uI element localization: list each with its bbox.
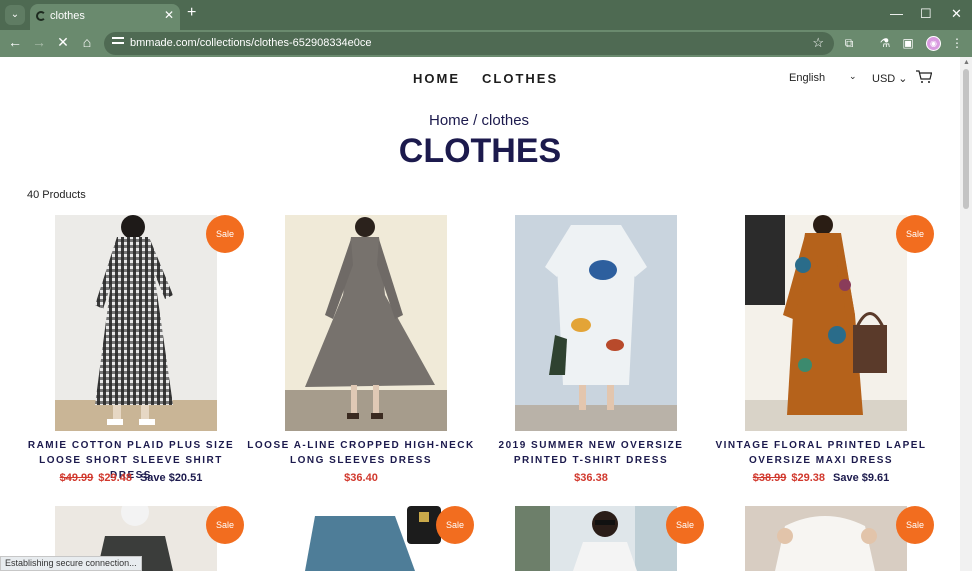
product-image[interactable] [55,215,217,431]
product-name[interactable]: LOOSE A-LINE CROPPED HIGH-NECK LONG SLEE… [246,438,476,468]
sale-price: $36.40 [344,472,378,484]
product-image[interactable] [515,215,677,431]
product-price: $49.99 $29.48 Save $20.51 [16,472,246,484]
product-image[interactable] [285,506,447,571]
extensions-icon[interactable]: ⧉ [842,36,856,50]
sale-badge: Sale [206,215,244,253]
labs-flask-icon[interactable]: ⚗ [878,36,892,50]
nav-home-link[interactable]: HOME [413,71,460,86]
sale-badge: Sale [896,215,934,253]
menu-kebab-icon[interactable]: ⋮ [950,36,964,50]
save-amount: Save $20.51 [139,472,203,484]
sale-badge: Sale [896,506,934,544]
stop-loading-button[interactable]: ✕ [54,34,72,51]
nav-clothes-link[interactable]: CLOTHES [482,71,558,86]
breadcrumb[interactable]: Home / clothes [429,112,529,129]
loading-spinner-icon [36,11,46,21]
page-scrollbar[interactable]: ▲ [960,57,972,571]
page-content: HOME CLOTHES English ⌄ USD ⌄ Home / cloth… [0,57,960,571]
new-tab-button[interactable]: + [187,4,196,22]
product-image[interactable] [745,215,907,431]
side-panel-icon[interactable]: ▣ [901,36,915,50]
chevron-down-icon: ⌄ [849,71,857,81]
status-bar: Establishing secure connection... [0,556,142,571]
sale-price: $36.38 [574,472,608,484]
cart-icon[interactable] [916,70,932,84]
browser-toolbar: ← → ✕ ⌂ bmmade.com/collections/clothes-6… [0,30,972,57]
product-count: 40 Products [27,189,86,201]
close-tab-icon[interactable]: ✕ [164,8,174,22]
product-price: $38.99 $29.38 Save $9.61 [706,472,936,484]
home-icon[interactable]: ⌂ [78,34,96,50]
site-info-icon[interactable] [112,37,124,49]
address-bar[interactable]: bmmade.com/collections/clothes-652908334… [104,32,834,55]
product-image[interactable] [745,506,907,571]
sale-price: $29.48 [98,472,132,484]
language-select[interactable]: English [789,72,825,84]
tab-title: clothes [50,10,85,22]
sale-badge: Sale [206,506,244,544]
sale-badge: Sale [666,506,704,544]
main-nav: HOME CLOTHES [413,71,580,86]
currency-select[interactable]: USD ⌄ [872,72,908,85]
sale-price: $29.38 [791,472,826,484]
currency-label: USD [872,73,896,85]
back-button[interactable]: ← [6,34,24,50]
bookmark-star-icon[interactable]: ☆ [812,35,824,51]
scroll-thumb[interactable] [963,69,969,209]
original-price: $38.99 [752,472,787,484]
page-title: CLOTHES [398,132,562,170]
product-image[interactable] [285,215,447,431]
forward-button[interactable]: → [30,34,48,50]
tab-clothes[interactable]: clothes ✕ [30,4,180,30]
product-image[interactable] [515,506,677,571]
tab-bar: ⌄ clothes ✕ + — ☐ ✕ [0,0,972,30]
original-price: $49.99 [59,472,94,484]
sale-badge: Sale [436,506,474,544]
profile-avatar[interactable]: ◉ [926,36,941,51]
maximize-icon[interactable]: ☐ [920,6,932,22]
window-close-icon[interactable]: ✕ [951,6,962,22]
url-text: bmmade.com/collections/clothes-652908334… [130,37,372,49]
scroll-up-icon[interactable]: ▲ [963,59,970,66]
product-price: $36.38 [476,472,706,484]
minimize-icon[interactable]: — [890,6,903,21]
product-price: $36.40 [246,472,476,484]
product-name[interactable]: 2019 SUMMER NEW OVERSIZE PRINTED T-SHIRT… [476,438,706,468]
product-name[interactable]: VINTAGE FLORAL PRINTED LAPEL OVERSIZE MA… [706,438,936,468]
tab-search-button[interactable]: ⌄ [5,5,25,25]
save-amount: Save $9.61 [833,472,890,484]
